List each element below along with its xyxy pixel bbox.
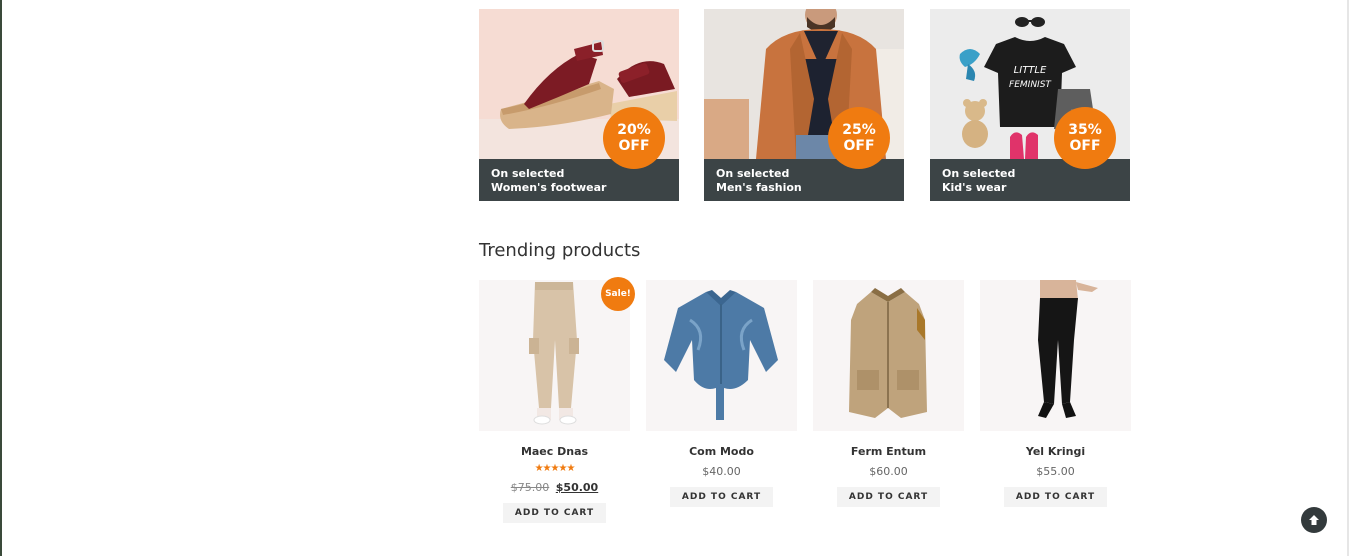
scroll-to-top-button[interactable] [1301, 507, 1327, 533]
trending-products-heading: Trending products [479, 240, 641, 261]
product-price: $55.00 [1036, 465, 1075, 478]
promo-caption-line2: Men's fashion [716, 181, 802, 194]
discount-percent: 25% [842, 122, 876, 138]
promo-caption-line2: Kid's wear [942, 181, 1007, 194]
add-to-cart-button[interactable]: ADD TO CART [502, 503, 607, 523]
promo-caption-line1: On selected [716, 167, 790, 180]
promo-banner-kids-wear[interactable]: LITTLE FEMINIST 35% OFF On selected Kid'… [930, 9, 1130, 201]
product-name[interactable]: Com Modo [646, 445, 797, 459]
sale-badge: Sale! [601, 277, 635, 311]
rating-stars: ★★★★★ [534, 463, 576, 474]
promo-caption-line1: On selected [942, 167, 1016, 180]
product-card[interactable]: Com Modo $40.00 ADD TO CART [646, 280, 797, 507]
promo-banner-womens-footwear[interactable]: 20% OFF On selected Women's footwear [479, 9, 679, 201]
discount-badge: 35% OFF [1054, 107, 1116, 169]
promo-caption: On selected Women's footwear [479, 159, 679, 201]
product-price: $40.00 [702, 465, 741, 478]
product-sale-price: $50.00 [555, 481, 599, 494]
promo-caption-line2: Women's footwear [491, 181, 607, 194]
product-name[interactable]: Ferm Entum [813, 445, 964, 459]
promo-banner-mens-fashion[interactable]: 25% OFF On selected Men's fashion [704, 9, 904, 201]
shirt-text-line2: FEMINIST [1009, 80, 1052, 90]
discount-off-label: OFF [1069, 138, 1101, 154]
discount-percent: 35% [1068, 122, 1102, 138]
product-price: $75.00 $50.00 [479, 481, 630, 495]
promo-caption: On selected Men's fashion [704, 159, 904, 201]
left-edge-border [0, 0, 2, 556]
add-to-cart-button[interactable]: ADD TO CART [836, 487, 941, 507]
product-image-leggings[interactable] [980, 280, 1131, 431]
add-to-cart-button[interactable]: ADD TO CART [669, 487, 774, 507]
discount-off-label: OFF [618, 138, 650, 154]
product-card[interactable]: Yel Kringi $55.00 ADD TO CART [980, 280, 1131, 507]
arrow-up-icon [1307, 510, 1321, 528]
product-image-denim-shirt[interactable] [646, 280, 797, 431]
product-name[interactable]: Maec Dnas [479, 445, 630, 459]
product-card[interactable]: Ferm Entum $60.00 ADD TO CART [813, 280, 964, 507]
discount-badge: 25% OFF [828, 107, 890, 169]
discount-percent: 20% [617, 122, 651, 138]
shirt-text-line1: LITTLE [1014, 65, 1047, 76]
product-price: $60.00 [869, 465, 908, 478]
discount-off-label: OFF [843, 138, 875, 154]
discount-badge: 20% OFF [603, 107, 665, 169]
product-old-price: $75.00 [510, 481, 550, 494]
add-to-cart-button[interactable]: ADD TO CART [1003, 487, 1108, 507]
product-name[interactable]: Yel Kringi [980, 445, 1131, 459]
promo-caption: On selected Kid's wear [930, 159, 1130, 201]
product-image-vest[interactable] [813, 280, 964, 431]
promo-caption-line1: On selected [491, 167, 565, 180]
product-card[interactable]: Maec Dnas ★★★★★ $75.00 $50.00 ADD TO CAR… [479, 280, 630, 523]
